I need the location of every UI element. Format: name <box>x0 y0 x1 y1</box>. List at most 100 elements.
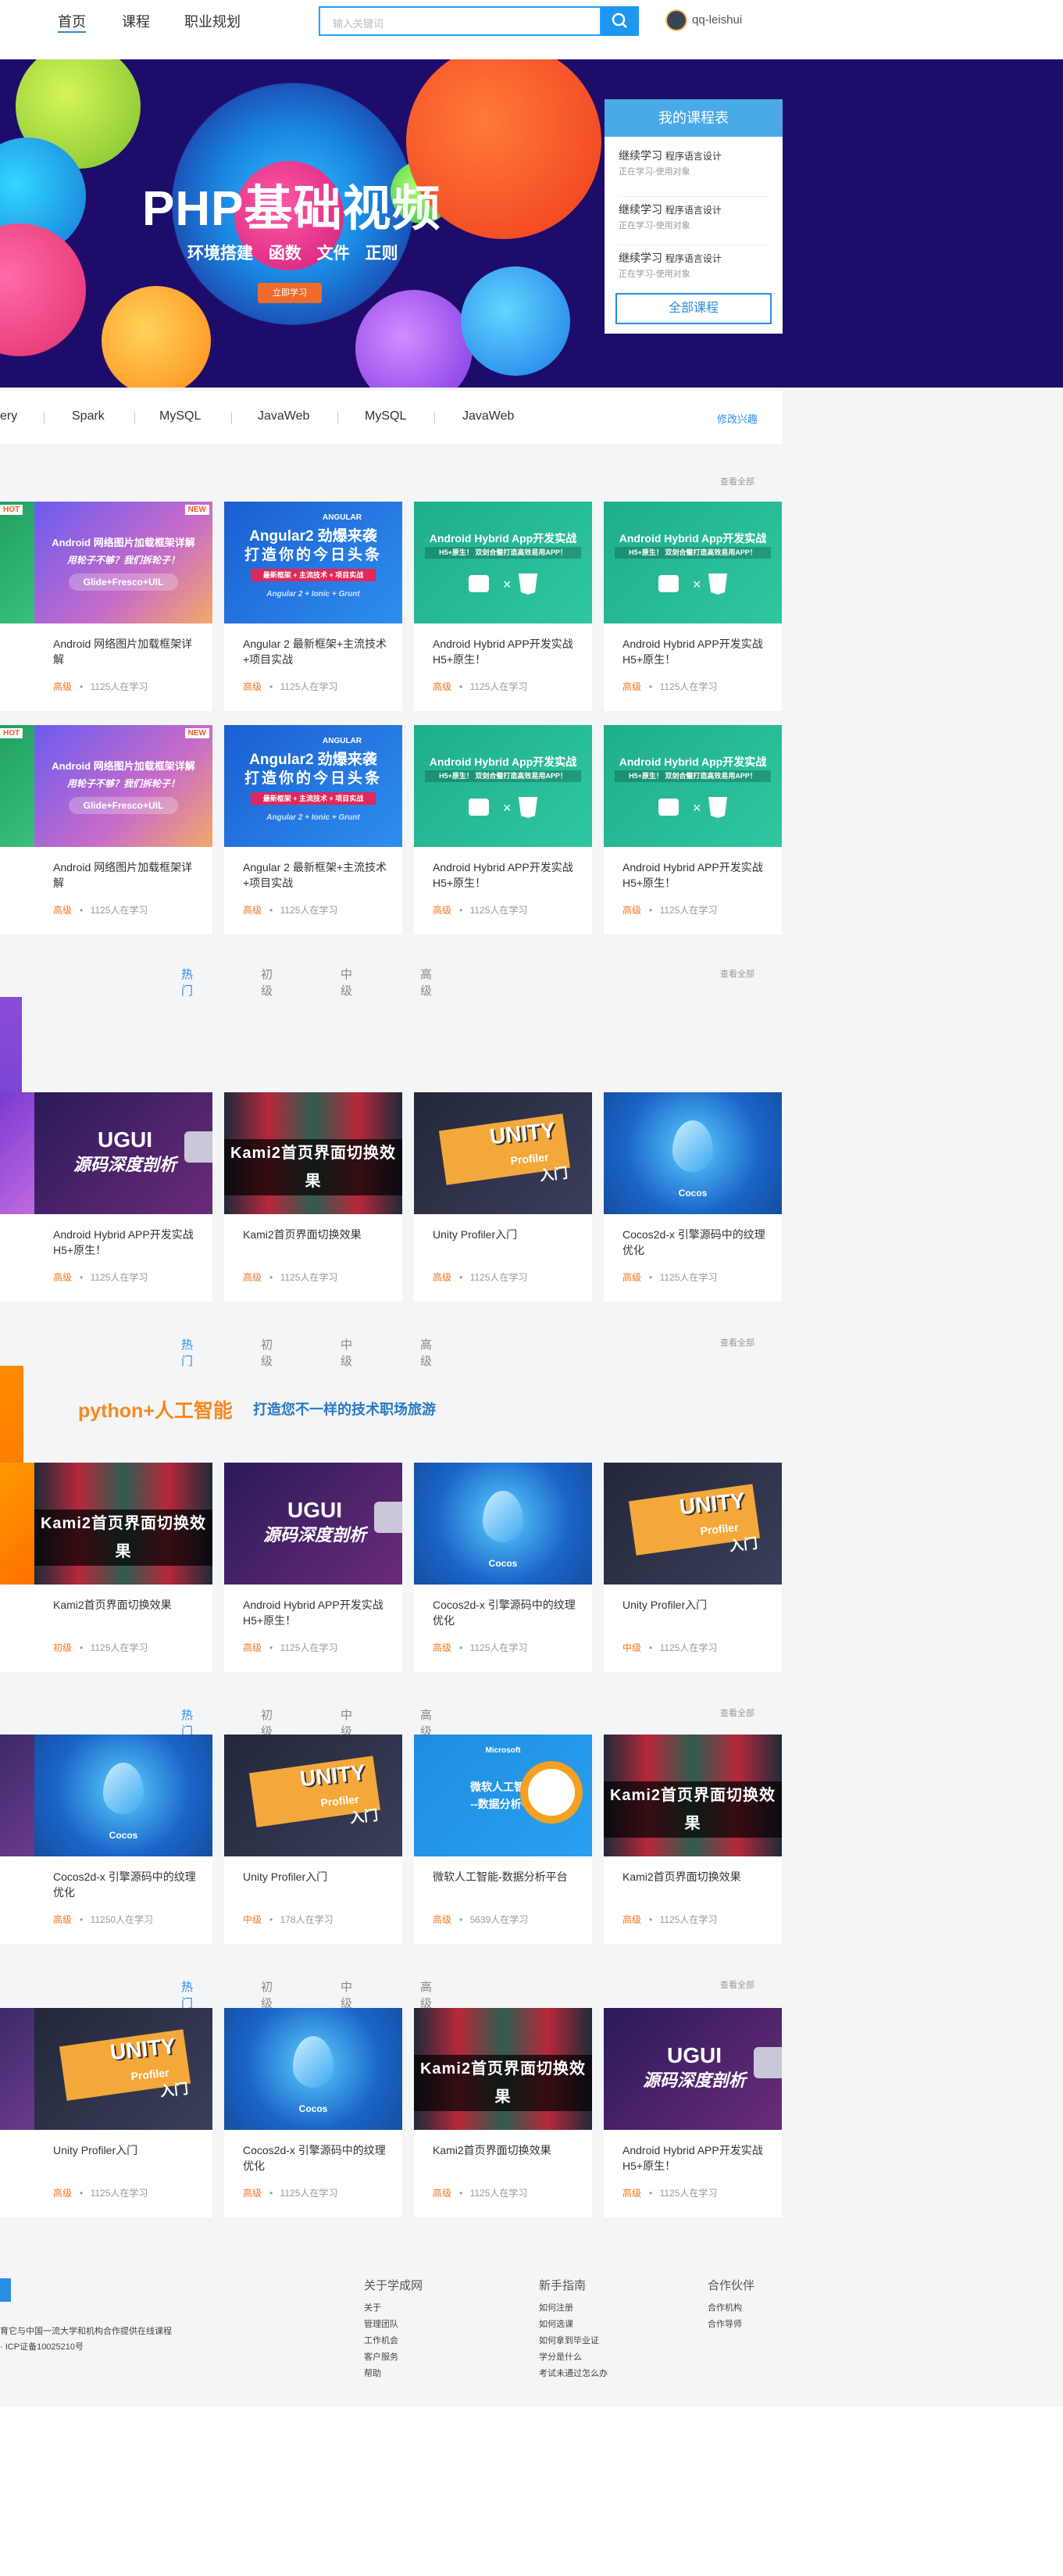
continue-learning-link[interactable]: 继续学习 <box>619 252 662 264</box>
course-title[interactable]: Android Hybrid APP开发实战 H5+原生！ <box>622 859 771 891</box>
partial-course-card[interactable] <box>0 1092 34 1302</box>
course-thumbnail[interactable]: Cocos <box>604 1092 782 1214</box>
course-thumbnail[interactable]: UNITY Profiler 入门 <box>34 2008 212 2130</box>
avatar[interactable] <box>665 9 687 31</box>
tab-hot[interactable]: 热门 <box>181 966 193 999</box>
course-thumbnail[interactable]: Android Hybrid App开发实战 H5+原生！ 双剑合璧打造高效易用A… <box>414 502 592 623</box>
tab-hot[interactable]: 热门 <box>181 1336 193 1369</box>
course-card[interactable]: Android Hybrid App开发实战 H5+原生！ 双剑合璧打造高效易用A… <box>604 502 782 711</box>
tab-advanced[interactable]: 高级 <box>420 966 432 999</box>
nav-career[interactable]: 职业规划 <box>184 11 241 33</box>
course-card[interactable]: Cocos Cocos2d-x 引擎源码中的纹理优化 高级 • 1125人在学习 <box>414 1463 592 1672</box>
search-input[interactable]: 输入关键词 <box>319 6 601 36</box>
category-link[interactable]: Spark <box>72 409 105 423</box>
view-all-link[interactable]: 查看全部 <box>720 1978 754 1991</box>
course-thumbnail[interactable]: Kami2首页界面切换效果 <box>224 1092 402 1214</box>
partial-course-card[interactable] <box>0 1463 34 1672</box>
view-all-link[interactable]: 查看全部 <box>720 475 754 488</box>
course-thumbnail[interactable]: UNITY Profiler 入门 <box>604 1463 782 1585</box>
course-card[interactable]: Kami2首页界面切换效果 Kami2首页界面切换效果 初级 • 1125人在学习 <box>34 1463 212 1672</box>
course-card[interactable]: Kami2首页界面切换效果 Kami2首页界面切换效果 高级 • 1125人在学习 <box>604 1735 782 1944</box>
tab-hot[interactable]: 热门 <box>181 1978 193 2011</box>
my-course-item[interactable]: 继续学习 程序语言设计 正在学习-使用对象 <box>619 148 770 177</box>
course-title[interactable]: Angular 2 最新框架+主流技术+项目实战 <box>243 636 391 667</box>
course-thumbnail[interactable]: Android 网络图片加载框架详解 用轮子不够？我们拆轮子！ Glide+Fres… <box>34 725 212 847</box>
course-title[interactable]: Cocos2d-x 引擎源码中的纹理优化 <box>243 2142 391 2174</box>
banner-cta-button[interactable]: 立即学习 <box>258 283 322 303</box>
course-card[interactable]: UNITY Profiler 入门 Unity Profiler入门 中级 • 178人在… <box>224 1735 402 1944</box>
course-card[interactable]: Cocos Cocos2d-x 引擎源码中的纹理优化 高级 • 1125人在学习 <box>604 1092 782 1302</box>
course-title[interactable]: Cocos2d-x 引擎源码中的纹理优化 <box>622 1227 771 1258</box>
edit-interests-link[interactable]: 修改兴趣 <box>717 411 758 426</box>
course-title[interactable]: Android 网络图片加载框架详解 <box>53 859 202 891</box>
course-title[interactable]: Kami2首页界面切换效果 <box>433 2142 581 2158</box>
view-all-link[interactable]: 查看全部 <box>720 1336 754 1349</box>
course-thumbnail[interactable]: Android Hybrid App开发实战 H5+原生！ 双剑合璧打造高效易用A… <box>604 725 782 847</box>
course-title[interactable]: Unity Profiler入门 <box>622 1597 771 1613</box>
footer-link[interactable]: 学分是什么 <box>539 2349 608 2366</box>
footer-link[interactable]: 帮助 <box>364 2366 398 2382</box>
course-title[interactable]: Kami2首页界面切换效果 <box>243 1227 391 1242</box>
my-course-item[interactable]: 继续学习 程序语言设计 正在学习-使用对象 <box>619 196 770 231</box>
course-card[interactable]: ANGULAR Angular2 劲爆来袭 打造你的今日头条 最新框架 + 主流技术 … <box>224 725 402 934</box>
footer-link[interactable]: 关于 <box>364 2300 398 2317</box>
course-title[interactable]: Unity Profiler入门 <box>53 2142 202 2158</box>
all-courses-button[interactable]: 全部课程 <box>615 293 772 324</box>
partial-course-card[interactable]: HOT <box>0 725 34 934</box>
course-thumbnail[interactable]: Kami2首页界面切换效果 <box>604 1735 782 1856</box>
footer-link[interactable]: 工作机会 <box>364 2333 398 2349</box>
continue-learning-link[interactable]: 继续学习 <box>619 203 662 216</box>
course-title[interactable]: Android Hybrid APP开发实战 H5+原生！ <box>53 1227 202 1258</box>
course-thumbnail[interactable]: UGUI 源码深度剖析 <box>604 2008 782 2130</box>
course-thumbnail[interactable]: ANGULAR Angular2 劲爆来袭 打造你的今日头条 最新框架 + 主流技术 … <box>224 725 402 847</box>
hero-banner[interactable]: PHP基础视频 环境搭建 函数 文件 正则 立即学习 我的课程表 继续学习 程序… <box>0 59 1063 388</box>
search-button[interactable] <box>601 6 639 36</box>
category-link[interactable]: MySQL <box>365 409 406 423</box>
footer-link[interactable]: 合作机构 <box>708 2300 742 2317</box>
course-title[interactable]: Cocos2d-x 引擎源码中的纹理优化 <box>53 1869 202 1900</box>
tab-intermediate[interactable]: 中级 <box>341 1978 352 2011</box>
course-title[interactable]: Android Hybrid APP开发实战 H5+原生！ <box>243 1597 391 1628</box>
course-thumbnail[interactable]: UNITY Profiler 入门 <box>224 1735 402 1856</box>
course-title[interactable]: Kami2首页界面切换效果 <box>622 1869 771 1885</box>
tab-beginner[interactable]: 初级 <box>261 966 273 999</box>
course-title[interactable]: Android Hybrid APP开发实战 H5+原生！ <box>622 636 771 667</box>
course-thumbnail[interactable]: Android 网络图片加载框架详解 用轮子不够？我们拆轮子！ Glide+Fres… <box>34 502 212 623</box>
nav-courses[interactable]: 课程 <box>122 11 150 33</box>
course-card[interactable]: Microsoft 微软人工智能 --数据分析平台 微软人工智能-数据分析平台 高级 • … <box>414 1735 592 1944</box>
tab-intermediate[interactable]: 中级 <box>341 1336 352 1369</box>
course-card[interactable]: Cocos Cocos2d-x 引擎源码中的纹理优化 高级 • 1125人在学习 <box>224 2008 402 2217</box>
course-thumbnail[interactable]: ANGULAR Angular2 劲爆来袭 打造你的今日头条 最新框架 + 主流技术 … <box>224 502 402 623</box>
continue-learning-link[interactable]: 继续学习 <box>619 149 662 162</box>
course-title[interactable]: Android Hybrid APP开发实战 H5+原生！ <box>433 636 581 667</box>
tab-advanced[interactable]: 高级 <box>420 1336 432 1369</box>
category-link[interactable]: ery <box>0 409 17 423</box>
course-card[interactable]: Android 网络图片加载框架详解 用轮子不够？我们拆轮子！ Glide+Fres… <box>34 502 212 711</box>
footer-link[interactable]: 如何选课 <box>539 2317 608 2333</box>
course-title[interactable]: Android Hybrid APP开发实战 H5+原生！ <box>433 859 581 891</box>
course-title[interactable]: Cocos2d-x 引擎源码中的纹理优化 <box>433 1597 581 1628</box>
course-thumbnail[interactable]: Kami2首页界面切换效果 <box>34 1463 212 1585</box>
tab-beginner[interactable]: 初级 <box>261 1336 273 1369</box>
course-thumbnail[interactable]: Cocos <box>224 2008 402 2130</box>
course-card[interactable]: UGUI 源码深度剖析 Android Hybrid APP开发实战 H5+原生！ 高… <box>34 1092 212 1302</box>
course-title[interactable]: Android 网络图片加载框架详解 <box>53 636 202 667</box>
course-card[interactable]: Kami2首页界面切换效果 Kami2首页界面切换效果 高级 • 1125人在学习 <box>414 2008 592 2217</box>
nav-home[interactable]: 首页 <box>58 11 86 33</box>
course-title[interactable]: Android Hybrid APP开发实战 H5+原生！ <box>622 2142 771 2174</box>
footer-link[interactable]: 如何拿到毕业证 <box>539 2333 608 2349</box>
course-title[interactable]: Unity Profiler入门 <box>243 1869 391 1885</box>
course-thumbnail[interactable]: Microsoft 微软人工智能 --数据分析平台 <box>414 1735 592 1856</box>
category-link[interactable]: JavaWeb <box>258 409 309 423</box>
course-card[interactable]: Android Hybrid App开发实战 H5+原生！ 双剑合璧打造高效易用A… <box>604 725 782 934</box>
course-thumbnail[interactable]: UGUI 源码深度剖析 <box>224 1463 402 1585</box>
footer-link[interactable]: 合作导师 <box>708 2317 742 2333</box>
course-title[interactable]: Kami2首页界面切换效果 <box>53 1597 202 1613</box>
username[interactable]: qq-leishui <box>692 13 742 27</box>
course-card[interactable]: Android 网络图片加载框架详解 用轮子不够？我们拆轮子！ Glide+Fres… <box>34 725 212 934</box>
course-card[interactable]: ANGULAR Angular2 劲爆来袭 打造你的今日头条 最新框架 + 主流技术 … <box>224 502 402 711</box>
course-title[interactable]: 微软人工智能-数据分析平台 <box>433 1869 581 1885</box>
footer-link[interactable]: 考试未通过怎么办 <box>539 2366 608 2382</box>
course-thumbnail[interactable]: UGUI 源码深度剖析 <box>34 1092 212 1214</box>
partial-course-card[interactable]: HOT <box>0 502 34 711</box>
